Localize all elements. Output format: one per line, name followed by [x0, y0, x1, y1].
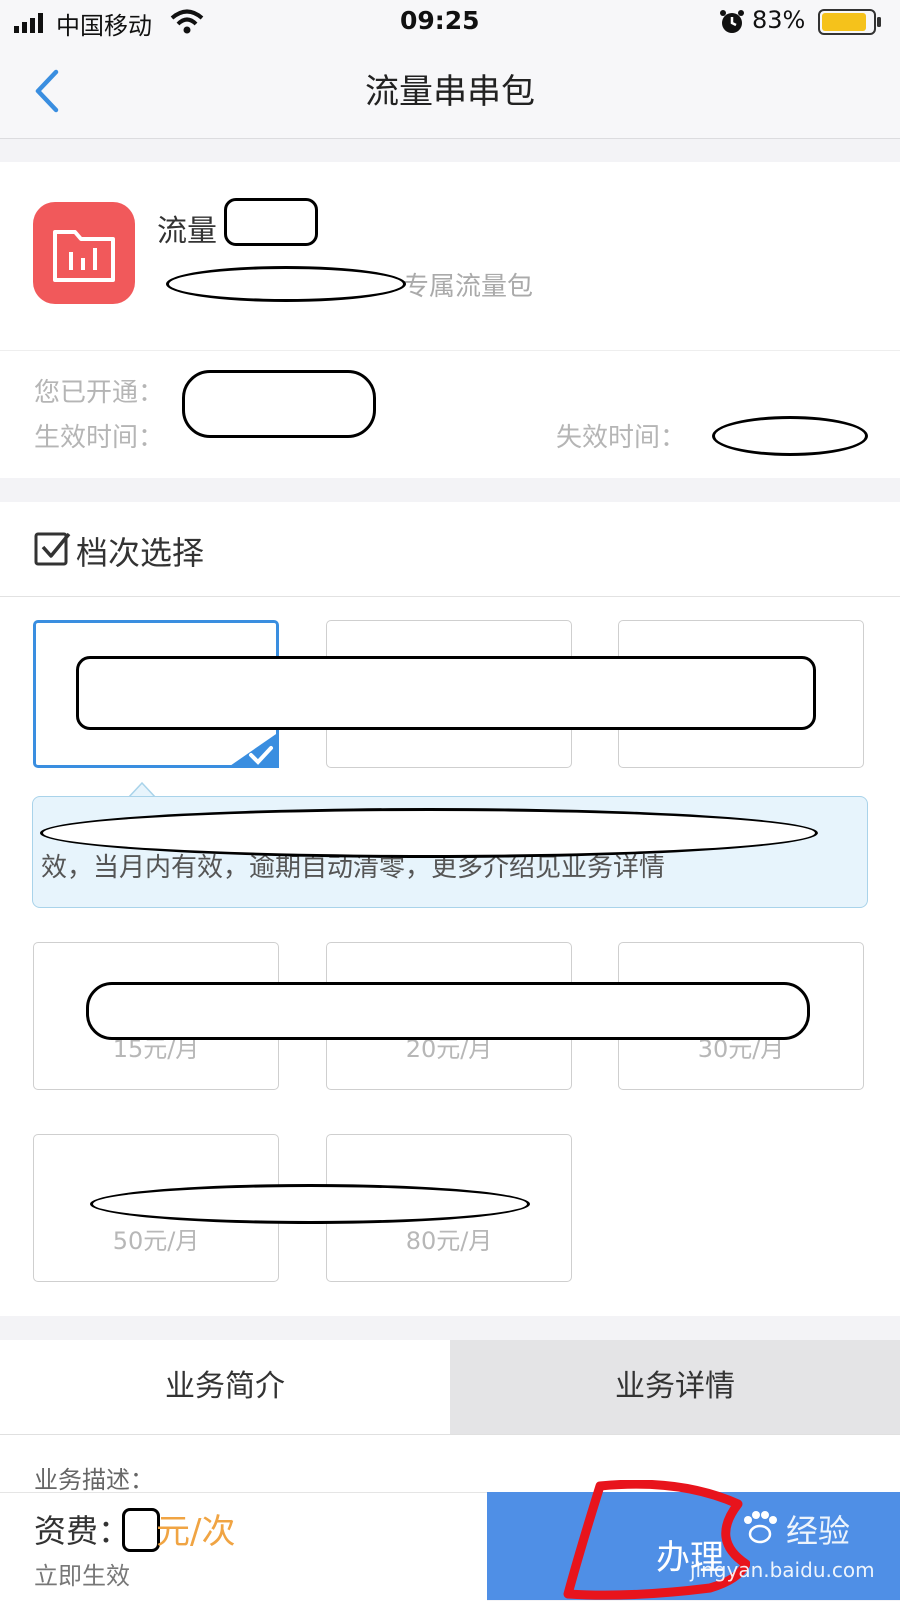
redaction-mark [712, 416, 868, 456]
watermark-url: jingyan.baidu.com [690, 1558, 875, 1582]
product-app-icon [33, 202, 135, 304]
redaction-mark [90, 1184, 530, 1224]
redaction-mark [76, 656, 816, 730]
tier-price: 80元/月 [405, 1227, 493, 1255]
redaction-mark [86, 982, 810, 1040]
battery-percent: 83% [752, 6, 806, 34]
fee-label: 资费： [34, 1512, 131, 1550]
divider [0, 596, 900, 597]
watermark-brand: 经验 [786, 1512, 851, 1550]
page-title: 流量串串包 [365, 72, 535, 112]
description-label: 业务描述： [34, 1466, 154, 1494]
navigation-bar: 流量串串包 [0, 46, 900, 139]
paw-logo-icon [744, 1511, 777, 1544]
instant-effect-label: 立即生效 [34, 1562, 130, 1590]
selected-check-icon [227, 732, 279, 768]
tier-section-title: 档次选择 [76, 534, 205, 572]
redaction-mark [166, 266, 406, 302]
opened-label: 您已开通： [34, 378, 165, 408]
signal-icon [14, 13, 43, 33]
alarm-icon [720, 10, 744, 33]
product-card: 流量 专属流量包 您已开通： 生效时间： 失效时间： [0, 162, 900, 478]
divider [0, 350, 900, 351]
status-bar: 中国移动 09:25 83% [0, 0, 900, 46]
expire-time-label: 失效时间： [556, 423, 687, 453]
tier-selection-section: 档次选择 效，当月内有效，逾期自动清零，更多介绍见业务详情 15元/月 20元/… [0, 502, 900, 1316]
redaction-mark [40, 808, 818, 858]
wifi-icon [170, 9, 204, 34]
redaction-mark [182, 370, 376, 438]
carrier-label: 中国移动 [56, 12, 152, 40]
product-name: 流量 [157, 214, 217, 249]
product-subtitle-suffix: 专属流量包 [403, 272, 534, 302]
fee-unit: 元/次 [156, 1512, 236, 1552]
tier-price: 50元/月 [112, 1227, 200, 1255]
red-highlight-mark [563, 1480, 750, 1600]
tab-details[interactable]: 业务详情 [450, 1340, 900, 1434]
tab-intro[interactable]: 业务简介 [0, 1340, 450, 1434]
redaction-mark [122, 1508, 160, 1552]
checkbox-checked-icon [34, 532, 71, 566]
effective-time-label: 生效时间： [34, 423, 165, 453]
chart-folder-icon [53, 230, 115, 282]
redaction-mark [224, 198, 318, 246]
battery-icon [818, 9, 881, 35]
clock: 09:25 [400, 6, 480, 35]
